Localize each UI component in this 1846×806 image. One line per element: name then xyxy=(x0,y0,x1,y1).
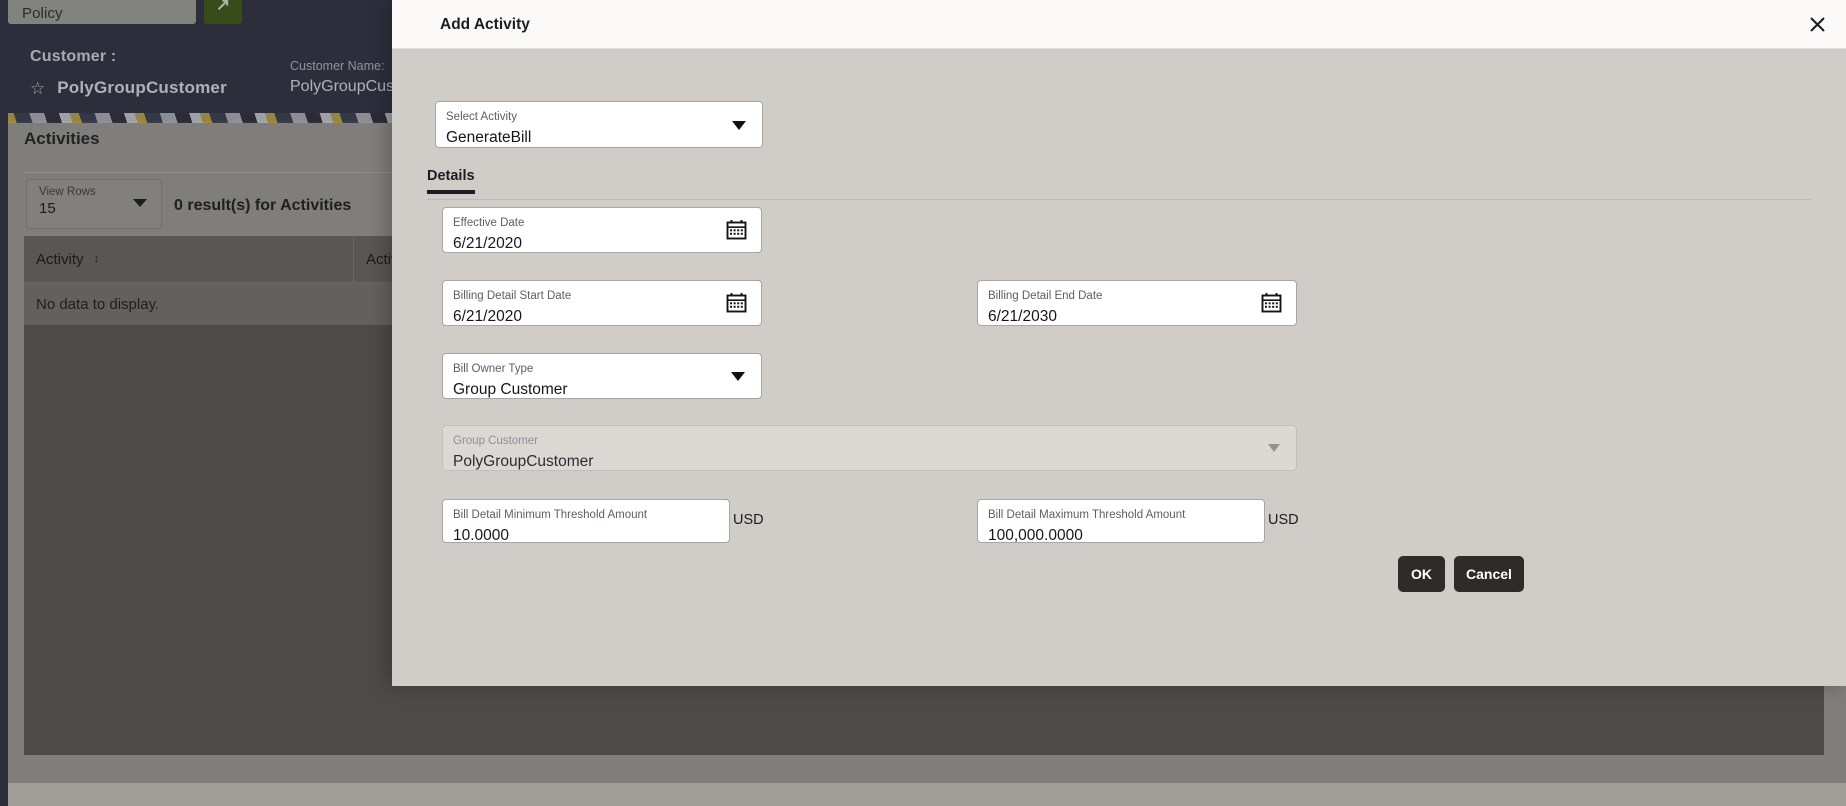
add-activity-dialog: Add Activity Select Activity GenerateBil… xyxy=(392,0,1846,686)
select-activity-dropdown[interactable]: Select Activity GenerateBill xyxy=(435,101,763,148)
bill-detail-maximum-threshold-amount-field[interactable]: Bill Detail Maximum Threshold Amount 100… xyxy=(977,499,1265,544)
effective-date-label: Effective Date xyxy=(453,217,525,229)
tab-details-label: Details xyxy=(427,168,475,184)
bill-owner-type-value: Group Customer xyxy=(453,380,568,398)
tab-details[interactable]: Details xyxy=(427,168,475,194)
ok-button[interactable]: OK xyxy=(1398,556,1445,592)
bill-owner-type-label: Bill Owner Type xyxy=(453,363,534,375)
calendar-icon[interactable] xyxy=(726,219,747,240)
dialog-body: Select Activity GenerateBill Details Eff… xyxy=(392,49,1846,686)
effective-date-value: 6/21/2020 xyxy=(453,234,522,252)
chevron-down-icon xyxy=(731,372,745,381)
minimum-threshold-currency-label: USD xyxy=(733,512,764,528)
maximum-threshold-currency-label: USD xyxy=(1268,512,1299,528)
group-customer-dropdown: Group Customer PolyGroupCustomer xyxy=(442,425,1297,471)
dialog-title: Add Activity xyxy=(440,16,530,33)
cancel-button[interactable]: Cancel xyxy=(1454,556,1524,592)
chevron-down-icon xyxy=(732,120,746,130)
bill-detail-minimum-threshold-amount-label: Bill Detail Minimum Threshold Amount xyxy=(453,509,648,521)
chevron-down-icon xyxy=(1268,444,1280,452)
bill-detail-minimum-threshold-amount-field[interactable]: Bill Detail Minimum Threshold Amount 10.… xyxy=(442,499,730,544)
bill-owner-type-dropdown[interactable]: Bill Owner Type Group Customer xyxy=(442,353,762,399)
calendar-icon[interactable] xyxy=(1261,292,1282,313)
close-icon[interactable] xyxy=(1802,9,1832,39)
calendar-icon[interactable] xyxy=(726,292,747,313)
billing-detail-end-date-field[interactable]: Billing Detail End Date 6/21/2030 xyxy=(977,280,1297,326)
tabs-underline xyxy=(427,199,1812,200)
effective-date-field[interactable]: Effective Date 6/21/2020 xyxy=(442,207,762,253)
billing-detail-start-date-value: 6/21/2020 xyxy=(453,307,522,325)
dialog-header: Add Activity xyxy=(392,0,1846,49)
select-activity-value: GenerateBill xyxy=(446,128,532,146)
billing-detail-end-date-label: Billing Detail End Date xyxy=(988,290,1103,302)
dialog-tabs: Details xyxy=(427,167,1812,194)
select-activity-label: Select Activity xyxy=(446,111,517,123)
billing-detail-start-date-field[interactable]: Billing Detail Start Date 6/21/2020 xyxy=(442,280,762,326)
bill-detail-maximum-threshold-amount-value: 100,000.0000 xyxy=(988,526,1083,544)
bill-detail-maximum-threshold-amount-label: Bill Detail Maximum Threshold Amount xyxy=(988,509,1186,521)
group-customer-label: Group Customer xyxy=(453,435,539,447)
billing-detail-end-date-value: 6/21/2030 xyxy=(988,307,1057,325)
billing-detail-start-date-label: Billing Detail Start Date xyxy=(453,290,572,302)
bill-detail-minimum-threshold-amount-value: 10.0000 xyxy=(453,526,510,544)
group-customer-value: PolyGroupCustomer xyxy=(453,452,594,470)
